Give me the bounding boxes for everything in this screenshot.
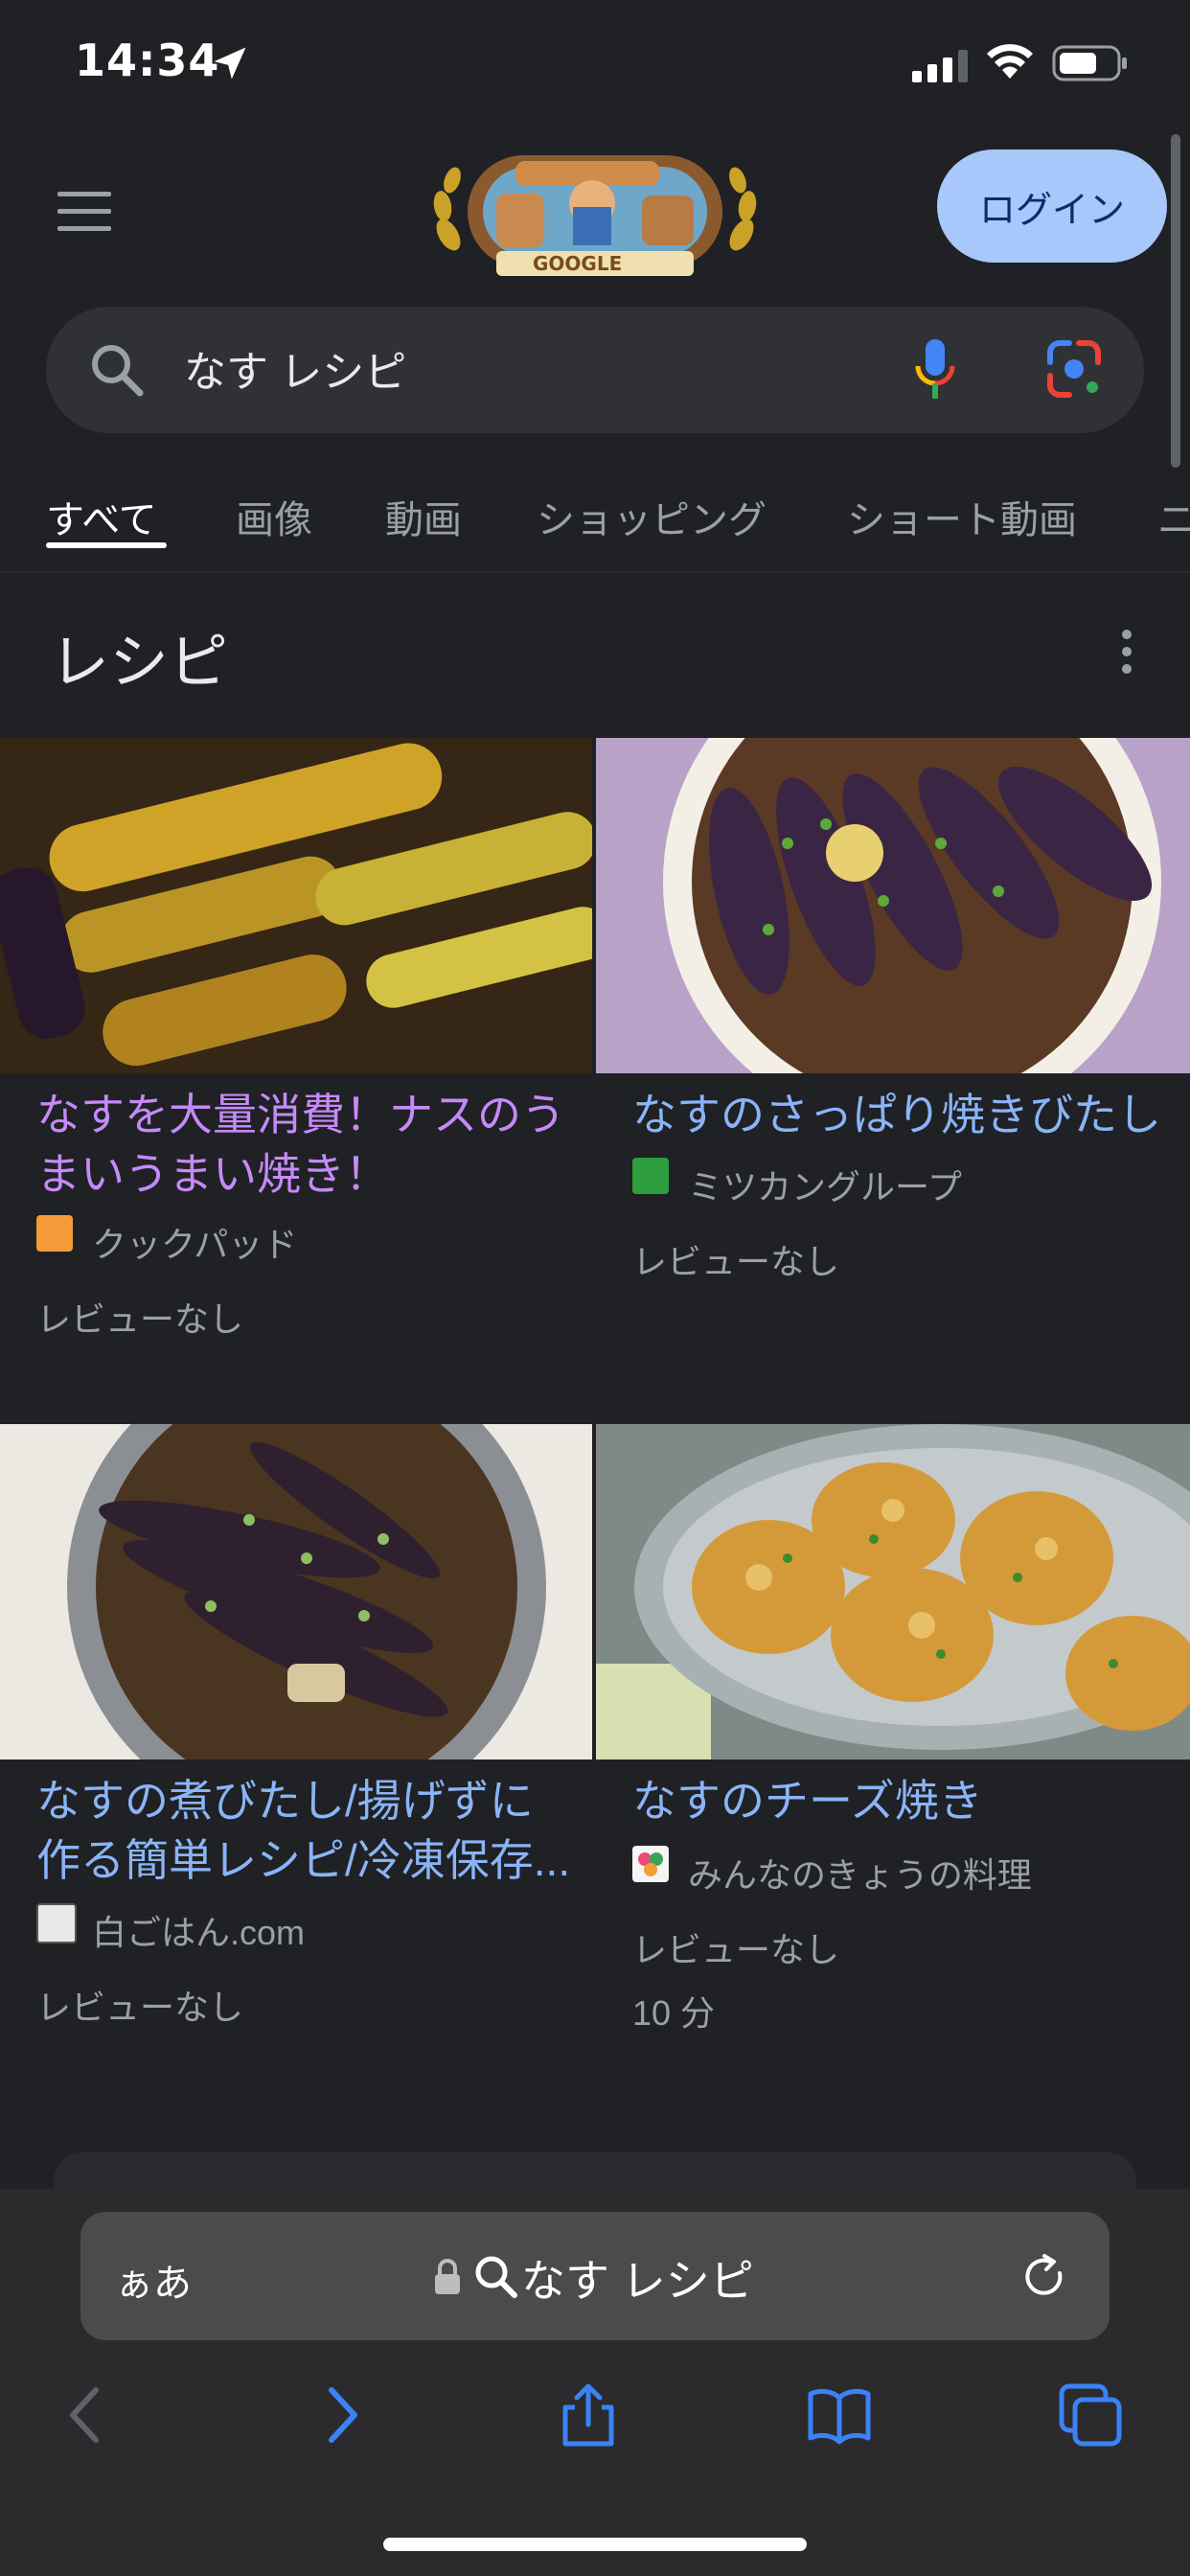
forward-icon[interactable] bbox=[309, 2382, 374, 2448]
recipe-title[interactable]: なすのさっぱり焼きびたし bbox=[632, 1085, 1188, 1144]
recipe-title-line: 作る簡単レシピ/冷凍保存... bbox=[36, 1835, 571, 1885]
google-doodle-logo[interactable]: GOOGLE bbox=[429, 144, 761, 288]
wifi-icon bbox=[987, 44, 1033, 79]
login-button[interactable]: ログイン bbox=[937, 150, 1167, 263]
flower-icon bbox=[638, 1852, 663, 1876]
bookmarks-icon[interactable] bbox=[807, 2382, 872, 2448]
recipe-image[interactable] bbox=[0, 1424, 592, 1760]
recipe-title-line: なすの煮びたし/揚げずに bbox=[36, 1776, 534, 1826]
google-lens-icon[interactable] bbox=[1046, 339, 1102, 399]
tab-shopping[interactable]: ショッピング bbox=[537, 489, 767, 544]
lock-icon bbox=[435, 2259, 460, 2294]
section-title: レシピ bbox=[50, 630, 229, 696]
scroll-indicator bbox=[1171, 134, 1180, 468]
recipe-title[interactable]: なすの煮びたし/揚げずに 作る簡単レシピ/冷凍保存... bbox=[36, 1771, 592, 1890]
shirogohan-favicon bbox=[36, 1903, 77, 1944]
recipe-review: レビューなし bbox=[632, 1242, 840, 1281]
tab-images[interactable]: 画像 bbox=[236, 489, 312, 544]
recipe-title-line: なすを大量消費！ナスのう bbox=[36, 1090, 565, 1139]
recipe-review: レビューなし bbox=[36, 1988, 244, 2027]
cookpad-favicon bbox=[36, 1215, 73, 1252]
mizkan-favicon bbox=[632, 1158, 669, 1194]
search-input[interactable]: なす レシピ bbox=[184, 337, 406, 399]
menu-icon[interactable] bbox=[57, 190, 115, 234]
status-time: 14:34 bbox=[75, 34, 220, 86]
tab-short-videos[interactable]: ショート動画 bbox=[847, 489, 1077, 544]
recipe-title-line: なすのさっぱり焼きびたし bbox=[632, 1090, 1161, 1139]
recipe-title[interactable]: なすのチーズ焼き bbox=[632, 1771, 1188, 1830]
recipe-title-line: なすのチーズ焼き bbox=[632, 1776, 983, 1826]
location-arrow-icon bbox=[214, 47, 246, 80]
tab-news[interactable]: ニ bbox=[1157, 489, 1190, 544]
recipe-source: クックパッド bbox=[92, 1225, 298, 1264]
active-tab-underline bbox=[46, 542, 167, 548]
share-icon[interactable] bbox=[556, 2382, 621, 2448]
tabs-icon[interactable] bbox=[1058, 2382, 1123, 2448]
search-tabs: すべて 画像 動画 ショッピング ショート動画 ニ bbox=[0, 479, 1190, 565]
recipe-image[interactable] bbox=[596, 738, 1190, 1073]
cellular-signal-icon bbox=[912, 50, 968, 82]
minna-no-kyou-no-ryouri-favicon bbox=[632, 1846, 669, 1882]
voice-search-icon[interactable] bbox=[912, 337, 958, 402]
page-settings-button[interactable]: ぁあ bbox=[115, 2252, 192, 2308]
reload-icon[interactable] bbox=[1021, 2252, 1069, 2304]
recipe-source: みんなのきょうの料理 bbox=[688, 1855, 1032, 1895]
recipe-title[interactable]: なすを大量消費！ナスのう まいうまい焼き！ bbox=[36, 1085, 583, 1204]
svg-text:GOOGLE: GOOGLE bbox=[533, 252, 622, 275]
search-icon bbox=[475, 2256, 517, 2298]
back-icon[interactable] bbox=[54, 2382, 119, 2448]
more-options-icon[interactable] bbox=[1110, 623, 1144, 680]
battery-icon bbox=[1052, 45, 1127, 81]
recipe-source: ミツカングループ bbox=[688, 1167, 962, 1207]
home-indicator bbox=[383, 2538, 807, 2551]
recipe-source: 白ごはん.com bbox=[92, 1913, 306, 1952]
tab-all[interactable]: すべて bbox=[46, 489, 157, 544]
recipe-title-line: まいうまい焼き！ bbox=[36, 1149, 389, 1199]
recipe-image[interactable] bbox=[596, 1424, 1190, 1760]
section-divider bbox=[0, 571, 1190, 573]
tab-videos[interactable]: 動画 bbox=[385, 489, 462, 544]
recipe-cook-time: 10 分 bbox=[632, 1993, 716, 2033]
search-icon bbox=[92, 345, 144, 397]
address-text[interactable]: なす レシピ bbox=[521, 2246, 754, 2310]
recipe-image[interactable] bbox=[0, 738, 592, 1073]
recipe-review: レビューなし bbox=[632, 1930, 840, 1969]
recipe-review: レビューなし bbox=[36, 1300, 244, 1339]
